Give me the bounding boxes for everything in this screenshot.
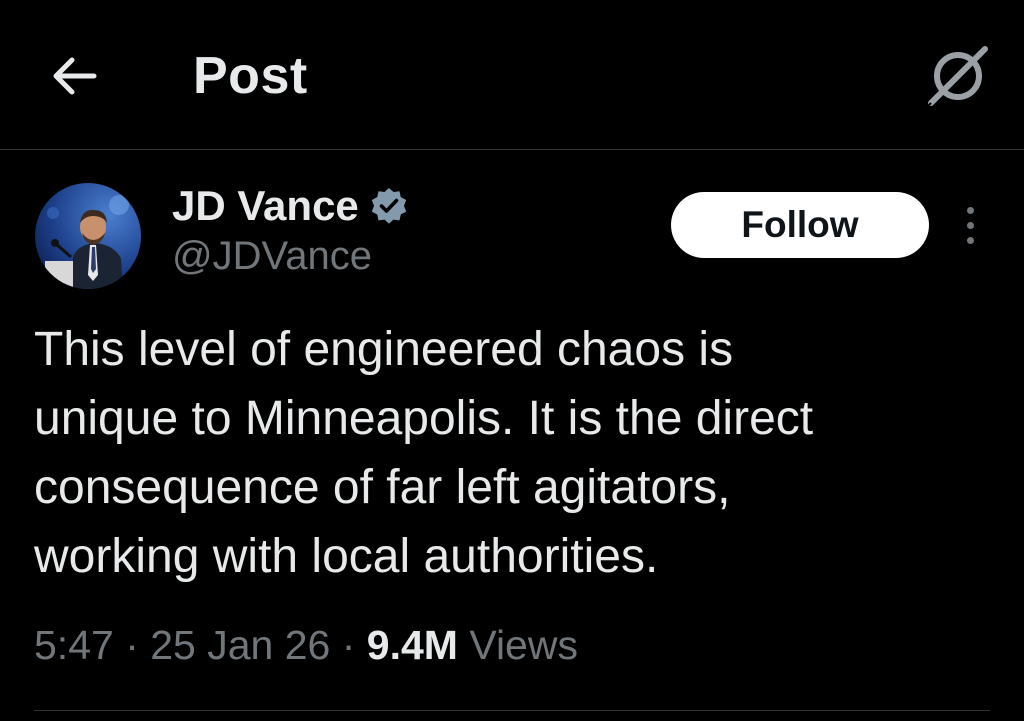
meta-separator: · — [330, 622, 367, 668]
meta-separator: · — [113, 622, 151, 668]
grok-button[interactable] — [922, 40, 994, 112]
divider — [34, 710, 990, 711]
top-bar: Post — [0, 0, 1024, 150]
avatar-photo — [35, 183, 141, 289]
post-meta: 5:47 · 25 Jan 26 · 9.4M Views — [34, 622, 578, 669]
grok-icon — [926, 46, 988, 108]
post-time[interactable]: 5:47 — [34, 622, 114, 669]
avatar[interactable] — [35, 183, 141, 289]
post-text: This level of engineered chaos is unique… — [34, 323, 814, 583]
verified-badge-icon — [369, 186, 409, 226]
author-name: JD Vance — [172, 182, 359, 229]
page-title: Post — [193, 47, 308, 105]
follow-button[interactable]: Follow — [671, 192, 929, 258]
author-handle[interactable]: @JDVance — [172, 234, 372, 279]
more-options-button[interactable] — [950, 200, 990, 250]
views-label: Views — [457, 622, 578, 668]
more-vertical-icon-dot — [966, 221, 974, 229]
back-button[interactable] — [44, 50, 104, 102]
views-count[interactable]: 9.4M — [367, 622, 458, 669]
more-vertical-icon — [966, 206, 974, 214]
post-date[interactable]: 25 Jan 26 — [150, 622, 330, 669]
arrow-left-icon — [53, 57, 97, 95]
author-name-row[interactable]: JD Vance — [172, 180, 409, 232]
more-vertical-icon-dot — [966, 236, 974, 244]
